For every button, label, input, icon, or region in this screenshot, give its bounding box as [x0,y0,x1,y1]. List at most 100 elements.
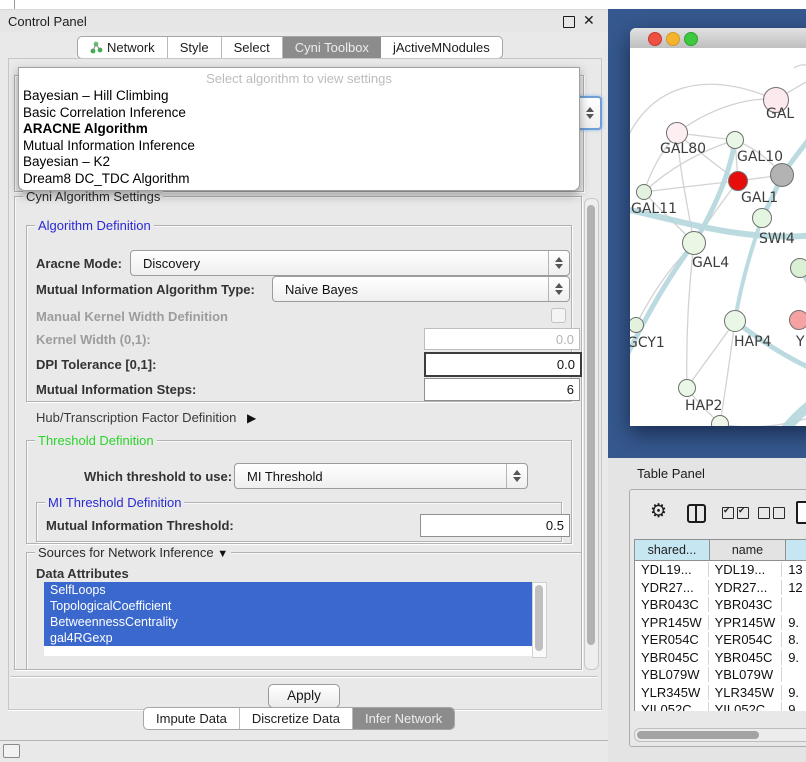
float-icon[interactable] [563,16,575,28]
dropdown-item-mutual-information-inference[interactable]: Mutual Information Inference [19,138,579,155]
table-row[interactable]: YDL19...YDL19...13 [635,561,806,579]
data-attributes-list[interactable]: SelfLoopsTopologicalCoefficientBetweenne… [44,582,532,656]
dropdown-item-bayesian-hill-climbing[interactable]: Bayesian – Hill Climbing [19,88,579,105]
which-threshold-combobox[interactable]: MI Threshold [234,463,528,489]
panel-dock-icon[interactable] [3,744,20,758]
close-icon[interactable]: ✕ [583,12,595,29]
dpi-tolerance-field[interactable]: 0.0 [424,352,582,377]
column-header-name[interactable]: name [710,539,786,561]
control-panel-titlebar: Control Panel ✕ [0,10,608,32]
table-row[interactable]: YER054CYER054C8. [635,631,806,649]
unchecked-pair-icon[interactable] [758,507,788,522]
table-row[interactable]: YBL079WYBL079W [635,666,806,684]
hub-section-toggle[interactable]: Hub/Transcription Factor Definition ▶ [36,410,256,425]
dropdown-item-aracne-algorithm[interactable]: ARACNE Algorithm [19,121,579,138]
network-view-window: GALGAL80GAL10GAL1GAL11SWI4GAL4GCY1HAP4YH… [630,28,806,426]
table-row[interactable]: YLR345WYLR345W9. [635,684,806,702]
network-window-titlebar[interactable] [630,28,806,49]
attribute-item-selfloops[interactable]: SelfLoops [44,582,532,598]
node-label-gal1: GAL1 [741,190,778,206]
attributes-scrollbar[interactable] [532,582,547,658]
table-cell: YLR345W [709,685,783,700]
table-row[interactable]: YIL052CYIL052C9. [635,701,806,711]
attribute-item-topologicalcoefficient[interactable]: TopologicalCoefficient [44,598,532,614]
mi-algorithm-type-combobox[interactable]: Naive Bayes [272,276,570,302]
dropdown-item-bayesian-k2[interactable]: Bayesian – K2 [19,154,579,171]
network-node-gal11[interactable] [636,184,652,200]
dropdown-item-basic-correlation-inference[interactable]: Basic Correlation Inference [19,105,579,122]
zoom-button[interactable] [684,32,698,46]
tab-cyni-toolbox[interactable]: Cyni Toolbox [283,37,381,58]
table-cell: YBL079W [709,667,783,682]
network-node-y[interactable] [789,310,806,330]
network-node-gal1[interactable] [728,171,748,191]
column-header-hidden[interactable] [786,539,806,561]
aracne-mode-value: Discovery [131,256,548,271]
document-icon[interactable] [796,501,806,524]
split-columns-icon[interactable] [687,504,706,523]
node-label-gal11: GAL11 [631,201,677,217]
tab-label: Discretize Data [252,711,340,726]
network-node-hap2[interactable] [678,379,696,397]
mi-steps-field[interactable]: 6 [424,378,580,401]
settings-scroll-thumb[interactable] [587,205,595,645]
table-row[interactable]: YBR045CYBR045C9. [635,649,806,667]
expanded-arrow-icon: ▼ [217,548,228,560]
table-row[interactable]: YPR145WYPR145W9. [635,614,806,632]
desktop-background: GALGAL80GAL10GAL1GAL11SWI4GAL4GCY1HAP4YH… [608,9,806,458]
table-horizontal-scrollbar[interactable] [634,728,806,742]
network-node-gal10[interactable] [726,131,744,149]
tab-discretize-data[interactable]: Discretize Data [240,708,353,729]
network-node[interactable] [770,163,794,187]
stepper-arrows-icon [548,251,569,275]
table-cell: YER054C [709,632,783,647]
node-label-gal10: GAL10 [737,149,783,165]
network-node[interactable] [711,415,729,426]
tab-network[interactable]: Network [78,37,168,58]
column-header-shared-[interactable]: shared... [634,539,710,561]
table-row[interactable]: YDR27...YDR27...12 [635,579,806,597]
network-node[interactable] [790,258,806,278]
mi-algorithm-type-label: Mutual Information Algorithm Type: [36,282,255,297]
threshold-definition-title: Threshold Definition [35,433,157,448]
network-node-gal4[interactable] [682,231,706,255]
aracne-mode-combobox[interactable]: Discovery [130,250,570,276]
kernel-width-field[interactable]: 0.0 [424,328,580,350]
stepper-arrows-icon [506,464,527,488]
close-button[interactable] [648,32,662,46]
sources-group-title[interactable]: Sources for Network Inference ▼ [35,545,231,560]
attributes-scroll-thumb[interactable] [535,585,543,651]
dropdown-item-dream8-dc-tdc-algorithm[interactable]: Dream8 DC_TDC Algorithm [19,171,579,188]
tab-jactivemnodules[interactable]: jActiveMNodules [381,37,502,58]
table-header-row: shared...name [634,539,806,561]
network-node-swi4[interactable] [752,208,772,228]
network-node-hap4[interactable] [724,310,746,332]
algorithm-definition-title: Algorithm Definition [35,218,154,233]
attribute-item-gal4rgexp[interactable]: gal4RGexp [44,630,532,646]
tab-impute-data[interactable]: Impute Data [144,708,240,729]
table-scroll-thumb[interactable] [637,731,759,739]
settings-vertical-scrollbar[interactable] [584,198,599,670]
network-canvas[interactable]: GALGAL80GAL10GAL1GAL11SWI4GAL4GCY1HAP4YH… [630,48,806,426]
table-cell: 9. [782,650,806,665]
table-cell: YDL19... [635,562,709,577]
table-cell: YBR043C [635,597,709,612]
table-cell: YPR145W [635,615,709,630]
tab-select[interactable]: Select [222,37,283,58]
data-attributes-label: Data Attributes [36,566,129,581]
table-cell: YBL079W [635,667,709,682]
tab-style[interactable]: Style [168,37,222,58]
node-label-swi4: SWI4 [759,231,795,247]
attribute-item-betweennesscentrality[interactable]: BetweennessCentrality [44,614,532,630]
apply-button[interactable]: Apply [268,684,340,708]
tab-infer-network[interactable]: Infer Network [353,708,454,729]
mi-threshold-field[interactable]: 0.5 [420,514,570,537]
table-cell: 13 [782,562,806,577]
minimize-button[interactable] [666,32,680,46]
select-checked-pair-icon[interactable] [722,507,752,522]
manual-kernel-width-checkbox[interactable] [551,308,566,323]
table-row[interactable]: YBR043CYBR043C [635,596,806,614]
node-label-gcy1: GCY1 [630,335,665,351]
tab-label: Infer Network [365,711,442,726]
gear-icon[interactable]: ⚙ [650,502,667,521]
